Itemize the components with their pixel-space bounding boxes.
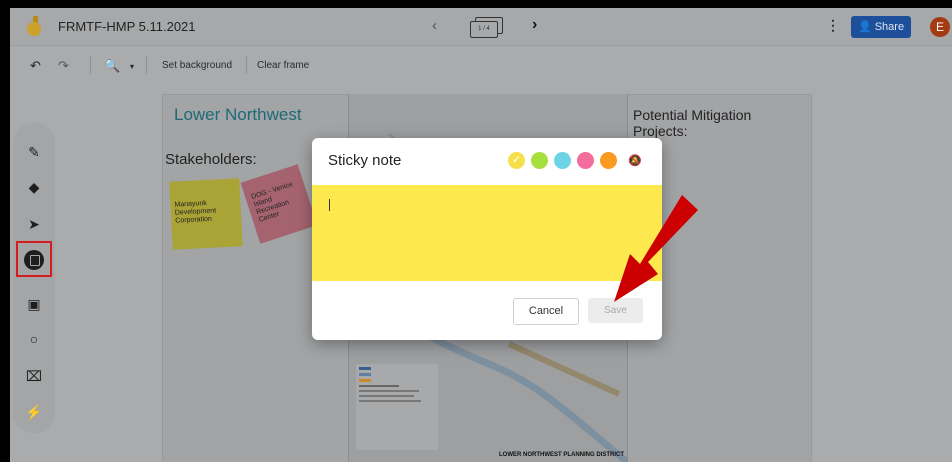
set-background-button[interactable]: Set background xyxy=(162,60,232,71)
mitigation-projects-title[interactable]: Potential Mitigation Projects: xyxy=(633,107,783,139)
color-swatch-green[interactable] xyxy=(531,152,548,169)
person-icon: 👤 xyxy=(857,21,872,33)
color-swatch-yellow[interactable]: ✓ xyxy=(508,152,525,169)
chevron-right-icon[interactable]: › xyxy=(532,16,537,34)
map-caption: LOWER NORTHWEST PLANNING DISTRICT xyxy=(499,452,624,458)
toolbar-divider xyxy=(146,56,147,74)
top-bar: FRMTF-HMP 5.11.2021 ‹ 1 / 4 › ⋮ 👤 Share … xyxy=(10,8,952,46)
more-vert-icon[interactable]: ⋮ xyxy=(826,17,840,34)
stakeholders-label[interactable]: Stakeholders: xyxy=(165,151,257,168)
edit-toolbar: ↶ ↷ 🔍 ▾ Set background Clear frame xyxy=(10,46,952,84)
chevron-left-icon[interactable]: ‹ xyxy=(432,17,437,34)
circle-icon[interactable]: ○ xyxy=(23,328,45,350)
drawing-toolbar: ✎ ◆ ➤ ▣ ○ ⌧ ⚡ xyxy=(13,123,55,433)
sticky-note[interactable]: Manayunk Development Corporation xyxy=(169,178,243,250)
select-icon[interactable]: ➤ xyxy=(23,213,45,235)
text-box-icon[interactable]: ⌧ xyxy=(23,365,45,387)
document-title[interactable]: FRMTF-HMP 5.11.2021 xyxy=(58,19,196,34)
redo-icon[interactable]: ↷ xyxy=(58,58,69,74)
annotation-arrow-icon xyxy=(614,195,698,302)
map-legend xyxy=(356,364,438,450)
region-title[interactable]: Lower Northwest xyxy=(174,105,302,125)
frame-indicator: 1 / 4 xyxy=(470,21,498,38)
eraser-icon[interactable]: ◆ xyxy=(23,176,45,198)
bell-off-icon[interactable]: 🔕 xyxy=(628,154,642,167)
pen-icon[interactable]: ✎ xyxy=(23,141,45,163)
toolbar-divider xyxy=(90,56,91,74)
toolbar-divider xyxy=(246,56,247,74)
jamboard-logo-icon xyxy=(27,16,41,36)
color-swatch-orange[interactable] xyxy=(600,152,617,169)
caret-down-icon[interactable]: ▾ xyxy=(130,62,134,71)
image-icon[interactable]: ▣ xyxy=(23,293,45,315)
laser-icon[interactable]: ⚡ xyxy=(23,401,45,423)
color-swatch-blue[interactable] xyxy=(554,152,571,169)
cancel-button[interactable]: Cancel xyxy=(513,298,579,325)
zoom-icon[interactable]: 🔍 xyxy=(104,58,120,74)
color-swatch-pink[interactable] xyxy=(577,152,594,169)
share-button[interactable]: 👤 Share xyxy=(851,16,911,38)
dialog-title: Sticky note xyxy=(328,152,402,169)
avatar[interactable]: E xyxy=(930,17,950,37)
frames-icon[interactable]: 1 / 4 xyxy=(470,17,504,38)
text-cursor xyxy=(329,199,330,211)
check-icon: ✓ xyxy=(511,154,522,166)
undo-icon[interactable]: ↶ xyxy=(30,58,41,74)
sticky-note-icon[interactable] xyxy=(16,241,52,277)
clear-frame-button[interactable]: Clear frame xyxy=(257,60,309,71)
share-label: Share xyxy=(874,21,905,33)
